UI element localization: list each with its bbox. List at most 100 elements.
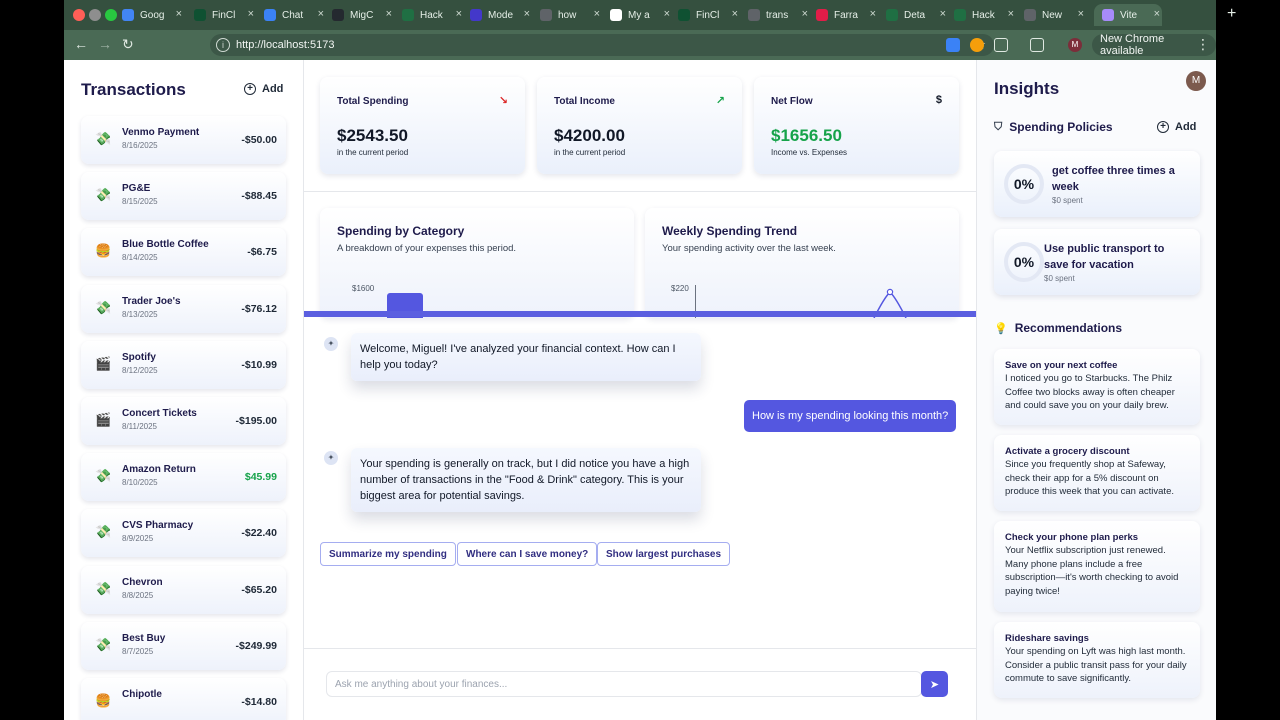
recommendation-card[interactable]: Rideshare savings Your spending on Lyft … xyxy=(994,622,1200,698)
transaction-date: 8/8/2025 xyxy=(122,590,154,600)
tab-close-icon[interactable]: × xyxy=(1154,8,1160,20)
transaction-amount: -$88.45 xyxy=(241,190,277,203)
tab-label: Mode xyxy=(488,9,514,21)
recommendation-card[interactable]: Check your phone plan perks Your Netflix… xyxy=(994,521,1200,612)
transaction-date: 8/14/2025 xyxy=(122,253,158,263)
browser-tab[interactable]: FinCl × xyxy=(194,4,256,26)
tab-close-icon[interactable]: × xyxy=(594,8,600,20)
transaction-item[interactable]: 🎬 Concert Tickets 8/11/2025 -$195.00 xyxy=(81,397,286,445)
recommendation-body: I noticed you go to Starbucks. The Philz… xyxy=(1005,373,1175,412)
transaction-name: Trader Joe's xyxy=(122,295,181,307)
new-tab-icon[interactable]: + xyxy=(1227,5,1236,23)
send-button[interactable]: ➤ xyxy=(921,671,948,697)
back-icon[interactable]: ← xyxy=(74,36,88,52)
tab-close-icon[interactable]: × xyxy=(732,8,738,20)
panel-resize-handle[interactable] xyxy=(304,311,976,317)
stat-card: Net Flow $ $1656.50 Income vs. Expenses xyxy=(754,77,959,174)
user-avatar[interactable]: M xyxy=(1186,71,1206,91)
browser-tab[interactable]: Vite × xyxy=(1094,4,1162,26)
transaction-item[interactable]: 🍔 Blue Bottle Coffee 8/14/2025 -$6.75 xyxy=(81,228,286,277)
tab-label: Goog xyxy=(140,9,165,21)
tab-close-icon[interactable]: × xyxy=(318,8,324,20)
chat-input[interactable]: Ask me anything about your finances... xyxy=(326,671,922,697)
transaction-item[interactable]: 💸 CVS Pharmacy 8/9/2025 -$22.40 xyxy=(81,509,286,558)
tab-label: Hack xyxy=(972,9,995,21)
tab-close-icon[interactable]: × xyxy=(248,8,254,20)
policy-card[interactable]: 0% Use public transport to save for vaca… xyxy=(994,229,1200,295)
add-transaction-button[interactable]: + Add xyxy=(244,83,283,95)
transaction-item[interactable]: 💸 Chevron 8/8/2025 -$65.20 xyxy=(81,565,286,614)
browser-tab[interactable]: FinCl × xyxy=(678,4,740,26)
suggestion-save-money-button[interactable]: Where can I save money? xyxy=(457,542,598,566)
address-bar[interactable]: i http://localhost:5173 ☆ xyxy=(210,34,994,56)
transaction-item[interactable]: 💸 Best Buy 8/7/2025 -$249.99 xyxy=(81,621,286,670)
tab-close-icon[interactable]: × xyxy=(1008,8,1014,20)
zoom-window-icon[interactable] xyxy=(105,9,117,21)
tab-close-icon[interactable]: × xyxy=(456,8,462,20)
browser-tab[interactable]: Mode × xyxy=(470,4,532,26)
chart-title: Spending by Category xyxy=(337,224,465,238)
transaction-item[interactable]: 💸 Venmo Payment 8/16/2025 -$50.00 xyxy=(81,116,286,164)
transaction-date: 8/13/2025 xyxy=(122,309,158,319)
tab-close-icon[interactable]: × xyxy=(802,8,808,20)
transaction-item[interactable]: 🍔 Chipotle -$14.80 xyxy=(81,678,286,720)
tab-close-icon[interactable]: × xyxy=(940,8,946,20)
transaction-item[interactable]: 💸 Amazon Return 8/10/2025 $45.99 xyxy=(81,453,286,502)
browser-tab[interactable]: My a × xyxy=(610,4,672,26)
tab-close-icon[interactable]: × xyxy=(386,8,392,20)
extension-icon[interactable] xyxy=(970,38,984,52)
extensions-puzzle-icon[interactable] xyxy=(994,38,1008,52)
tab-close-icon[interactable]: × xyxy=(176,8,182,20)
stat-label: Total Spending xyxy=(337,96,409,107)
tab-close-icon[interactable]: × xyxy=(524,8,530,20)
assistant-reply-message: Your spending is generally on track, but… xyxy=(351,448,701,512)
browser-tab[interactable]: Goog × xyxy=(122,4,184,26)
browser-tab[interactable]: Hack × xyxy=(954,4,1016,26)
extension-icon[interactable] xyxy=(946,38,960,52)
category-icon: 🍔 xyxy=(95,693,112,708)
close-window-icon[interactable] xyxy=(73,9,85,21)
browser-tab[interactable]: trans × xyxy=(748,4,810,26)
tab-close-icon[interactable]: × xyxy=(664,8,670,20)
progress-ring: 0% xyxy=(1004,242,1044,282)
transaction-amount: $45.99 xyxy=(244,471,277,484)
side-panel-icon[interactable] xyxy=(1030,38,1044,52)
assistant-welcome-message: Welcome, Miguel! I've analyzed your fina… xyxy=(351,333,701,381)
recommendation-card[interactable]: Save on your next coffee I noticed you g… xyxy=(994,349,1200,425)
trend-icon: ↗ xyxy=(715,95,725,107)
browser-tab[interactable]: Farra × xyxy=(816,4,878,26)
transaction-date: 8/12/2025 xyxy=(122,365,158,375)
profile-avatar[interactable]: M xyxy=(1068,38,1082,52)
reload-icon[interactable]: ↻ xyxy=(122,36,134,53)
transaction-name: CVS Pharmacy xyxy=(122,520,194,532)
suggestion-summarize-button[interactable]: Summarize my spending xyxy=(320,542,456,566)
recommendation-card[interactable]: Activate a grocery discount Since you fr… xyxy=(994,435,1200,511)
minimize-window-icon[interactable] xyxy=(89,9,101,21)
transaction-item[interactable]: 💸 PG&E 8/15/2025 -$88.45 xyxy=(81,172,286,221)
category-icon: 🎬 xyxy=(95,355,112,371)
tab-favicon-icon xyxy=(954,9,966,21)
policy-card[interactable]: 0% get coffee three times a week $0 spen… xyxy=(994,151,1200,217)
transaction-item[interactable]: 💸 Trader Joe's 8/13/2025 -$76.12 xyxy=(81,284,286,333)
browser-tab[interactable]: MigC × xyxy=(332,4,394,26)
tab-close-icon[interactable]: × xyxy=(1078,8,1084,20)
more-menu-icon[interactable]: ⋮ xyxy=(1196,36,1210,53)
browser-tab[interactable]: Chat × xyxy=(264,4,326,26)
browser-tab[interactable]: how × xyxy=(540,4,602,26)
transaction-item[interactable]: 🎬 Spotify 8/12/2025 -$10.99 xyxy=(81,340,286,389)
transaction-name: Chipotle xyxy=(122,689,162,700)
browser-tab[interactable]: Hack × xyxy=(402,4,464,26)
transaction-amount: -$65.20 xyxy=(241,583,277,596)
browser-tab[interactable]: New × xyxy=(1024,4,1086,26)
browser-tab[interactable]: Deta × xyxy=(886,4,948,26)
site-info-icon[interactable]: i xyxy=(216,38,230,52)
tab-close-icon[interactable]: × xyxy=(870,8,876,20)
add-policy-button[interactable]: + Add xyxy=(1157,121,1196,133)
suggestion-largest-purchases-button[interactable]: Show largest purchases xyxy=(597,542,731,566)
tab-label: New xyxy=(1042,9,1063,21)
tab-favicon-icon xyxy=(816,9,828,21)
trend-icon: ↘ xyxy=(498,95,508,107)
progress-ring: 0% xyxy=(1004,164,1044,204)
forward-icon[interactable]: → xyxy=(98,36,112,52)
transaction-name: Best Buy xyxy=(122,632,166,644)
